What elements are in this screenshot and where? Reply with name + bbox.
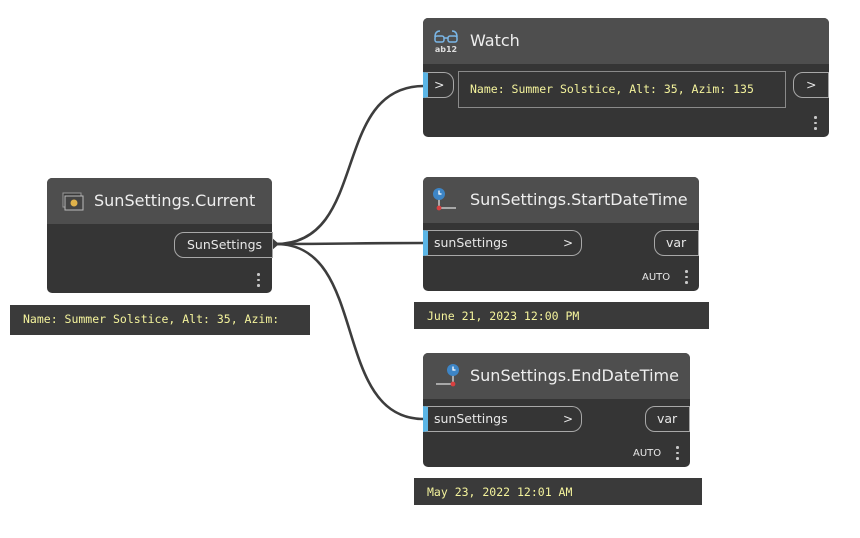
input-port-arrow: > (562, 412, 573, 426)
node-menu-dots[interactable] (676, 446, 680, 463)
output-port-arrow: > (806, 77, 817, 92)
node-watch[interactable]: ab12 Watch > Name: Summer Solstice, Alt:… (423, 18, 829, 137)
node-title: SunSettings.StartDateTime (470, 190, 688, 209)
watch-value-display: Name: Summer Solstice, Alt: 35, Azim: 13… (458, 71, 786, 108)
input-port-arrow: > (562, 236, 573, 250)
node-sunsettings-enddatetime[interactable]: SunSettings.EndDateTime sunSettings > va… (423, 353, 690, 467)
sun-settings-icon (60, 190, 86, 216)
node-preview-bubble: May 23, 2022 12:01 AM (414, 478, 702, 505)
input-port-watch[interactable]: > (423, 72, 454, 98)
input-port-sunsettings[interactable]: sunSettings > (423, 406, 582, 432)
node-menu-dots[interactable] (257, 273, 261, 290)
lacing-label: AUTO (642, 272, 671, 283)
node-title: SunSettings.Current (94, 191, 256, 210)
input-port-sunsettings[interactable]: sunSettings > (423, 230, 582, 256)
input-port-label: sunSettings (434, 411, 508, 426)
output-port-var[interactable]: var (645, 406, 690, 432)
output-port-sunsettings[interactable]: SunSettings (174, 232, 273, 258)
output-port-label: var (666, 235, 687, 250)
output-port-label: var (657, 411, 678, 426)
output-port-var[interactable]: var (654, 230, 699, 256)
node-preview-bubble: Name: Summer Solstice, Alt: 35, Azim: (10, 305, 310, 335)
output-port-watch[interactable]: > (793, 72, 829, 98)
input-port-label: sunSettings (434, 235, 508, 250)
node-menu-dots[interactable] (814, 116, 818, 133)
wire-current-to-startdatetime[interactable] (275, 241, 425, 246)
start-clock-icon (431, 186, 457, 212)
output-port-label: SunSettings (187, 237, 263, 252)
lacing-label: AUTO (633, 448, 662, 459)
wire-current-to-watch[interactable] (275, 84, 425, 246)
node-sunsettings-startdatetime[interactable]: SunSettings.StartDateTime sunSettings > … (423, 177, 699, 291)
node-menu-dots[interactable] (685, 270, 689, 287)
node-sunsettings-current[interactable]: SunSettings.Current SunSettings (47, 178, 273, 293)
node-preview-bubble: June 21, 2023 12:00 PM (414, 302, 709, 329)
input-port-arrow: > (434, 77, 445, 92)
end-clock-icon (435, 362, 461, 388)
watch-icon-label: ab12 (435, 45, 457, 54)
node-title: Watch (470, 31, 520, 50)
node-title: SunSettings.EndDateTime (470, 366, 679, 385)
watch-glasses-icon: ab12 (433, 28, 459, 54)
